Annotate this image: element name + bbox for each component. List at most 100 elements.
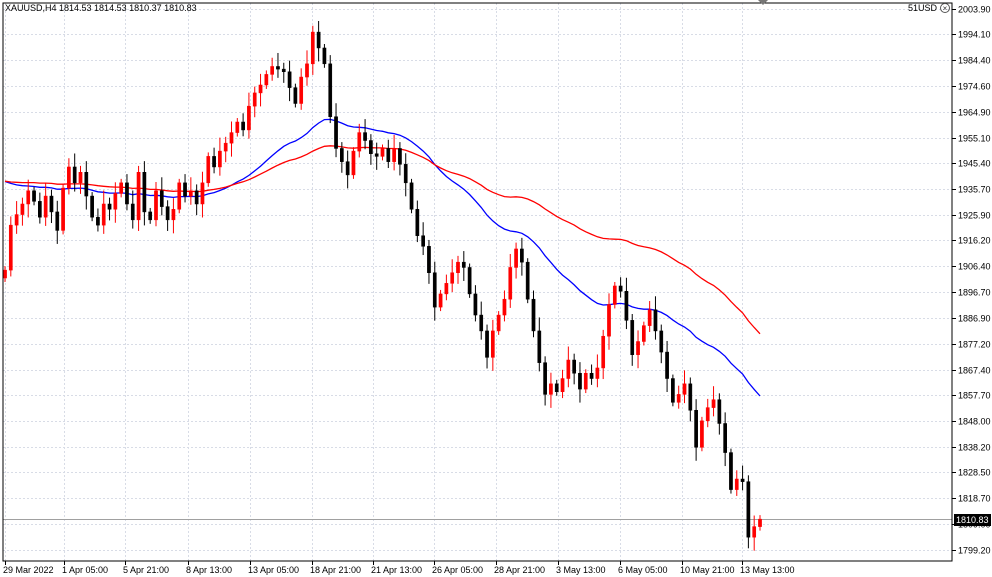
candle-body [734, 478, 739, 490]
candle-body [630, 320, 635, 355]
x-tick-label: 13 Apr 05:00 [248, 565, 299, 575]
indicator-label: 51USD [908, 3, 938, 13]
candle-body [543, 362, 547, 395]
candle-body [101, 203, 106, 226]
close-icon[interactable]: × [940, 3, 950, 13]
candle-body [322, 47, 327, 65]
candle-body [241, 121, 245, 131]
plot-frame [2, 2, 953, 562]
y-tick-label: 1857.70 [958, 391, 991, 401]
candle-body [247, 105, 251, 131]
candle-body [729, 452, 733, 490]
candle-body [194, 190, 199, 205]
candle-body [287, 71, 292, 88]
candle-body [235, 121, 240, 133]
candle-body [560, 378, 565, 392]
y-tick-label: 1974.60 [958, 82, 991, 92]
candle-body [641, 325, 646, 342]
candle-body [508, 267, 513, 300]
candle-body [154, 190, 158, 221]
candle-body [223, 142, 228, 152]
candle-body [398, 148, 402, 165]
candle-body [746, 481, 751, 538]
candles [3, 20, 762, 551]
candle-body [61, 187, 65, 231]
price-chart[interactable]: 2003.90 1994.10 1984.40 1974.60 1964.90 1955.… [0, 0, 992, 577]
candle-body [618, 285, 623, 292]
candle-body [717, 399, 722, 424]
candle-body [84, 172, 89, 197]
moving-average-line [4, 145, 761, 335]
candle-body [537, 330, 542, 363]
chart-shift-icon[interactable] [758, 0, 768, 5]
y-tick-label: 1964.90 [958, 108, 991, 118]
y-tick-label: 1916.20 [958, 236, 991, 246]
candle-body [554, 383, 559, 392]
candle-body [456, 261, 460, 273]
candle-body [740, 478, 745, 482]
candle-body [688, 383, 693, 411]
candle-body [636, 341, 640, 355]
x-tick-label: 28 Apr 21:00 [494, 565, 545, 575]
candle-body [218, 150, 222, 168]
candle-body [276, 66, 280, 70]
candle-body [37, 201, 42, 218]
y-tick-label: 1896.70 [958, 288, 991, 298]
candle-body [531, 298, 536, 332]
candle-body [386, 148, 391, 162]
y-tick-label: 1935.70 [958, 185, 991, 195]
y-tick-label: 1994.10 [958, 30, 991, 40]
candle-body [334, 116, 338, 149]
candle-body [578, 372, 582, 390]
x-tick-label: 13 May 13:00 [740, 565, 795, 575]
candle-body [264, 74, 269, 86]
candle-body [525, 261, 530, 300]
y-tick-label: 1877.20 [958, 340, 991, 350]
candle-body [299, 76, 304, 104]
y-tick-label: 1848.00 [958, 417, 991, 427]
candle-body [183, 182, 187, 197]
candle-body [502, 298, 507, 316]
candle-body [659, 330, 664, 353]
candle-body [490, 330, 495, 358]
candle-body [601, 335, 606, 369]
candle-body [305, 63, 309, 78]
candle-body [119, 182, 124, 194]
candle-body [723, 423, 728, 453]
x-tick-label: 8 Apr 13:00 [186, 565, 232, 575]
candle-body [665, 351, 669, 379]
candle-body [607, 304, 611, 337]
candle-body [700, 420, 704, 448]
current-price-badge: 1810.83 [954, 513, 991, 526]
candle-body [653, 309, 658, 332]
y-tick-label: 2003.90 [958, 5, 991, 15]
x-tick-label: 29 Mar 2022 [3, 565, 54, 575]
moving-averages [4, 118, 761, 397]
candle-body [293, 87, 298, 104]
candle-body [55, 211, 60, 231]
candle-body [520, 248, 524, 263]
candle-body [3, 269, 7, 279]
candle-body [20, 203, 25, 215]
chart-title: XAUUSD,H4 1814.53 1814.53 1810.37 1810.8… [5, 3, 197, 13]
candle-body [694, 410, 698, 448]
candle-body [316, 31, 321, 49]
candle-body [647, 309, 652, 326]
x-tick-label: 1 Apr 05:00 [62, 565, 108, 575]
candle-body [479, 314, 484, 332]
x-tick-label: 5 Apr 21:00 [123, 565, 169, 575]
grid [3, 3, 952, 561]
candle-body [682, 383, 687, 395]
candle-body [496, 314, 501, 332]
candle-body [212, 156, 216, 168]
candle-body [258, 84, 263, 94]
candle-body [438, 293, 443, 308]
candle-body [351, 150, 356, 176]
candle-body [43, 195, 48, 218]
candle-body [566, 359, 571, 379]
candle-body [427, 246, 431, 273]
x-tick-label: 3 May 13:00 [556, 565, 606, 575]
candle-body [148, 211, 153, 221]
candle-body [676, 394, 681, 403]
candle-body [310, 31, 315, 65]
